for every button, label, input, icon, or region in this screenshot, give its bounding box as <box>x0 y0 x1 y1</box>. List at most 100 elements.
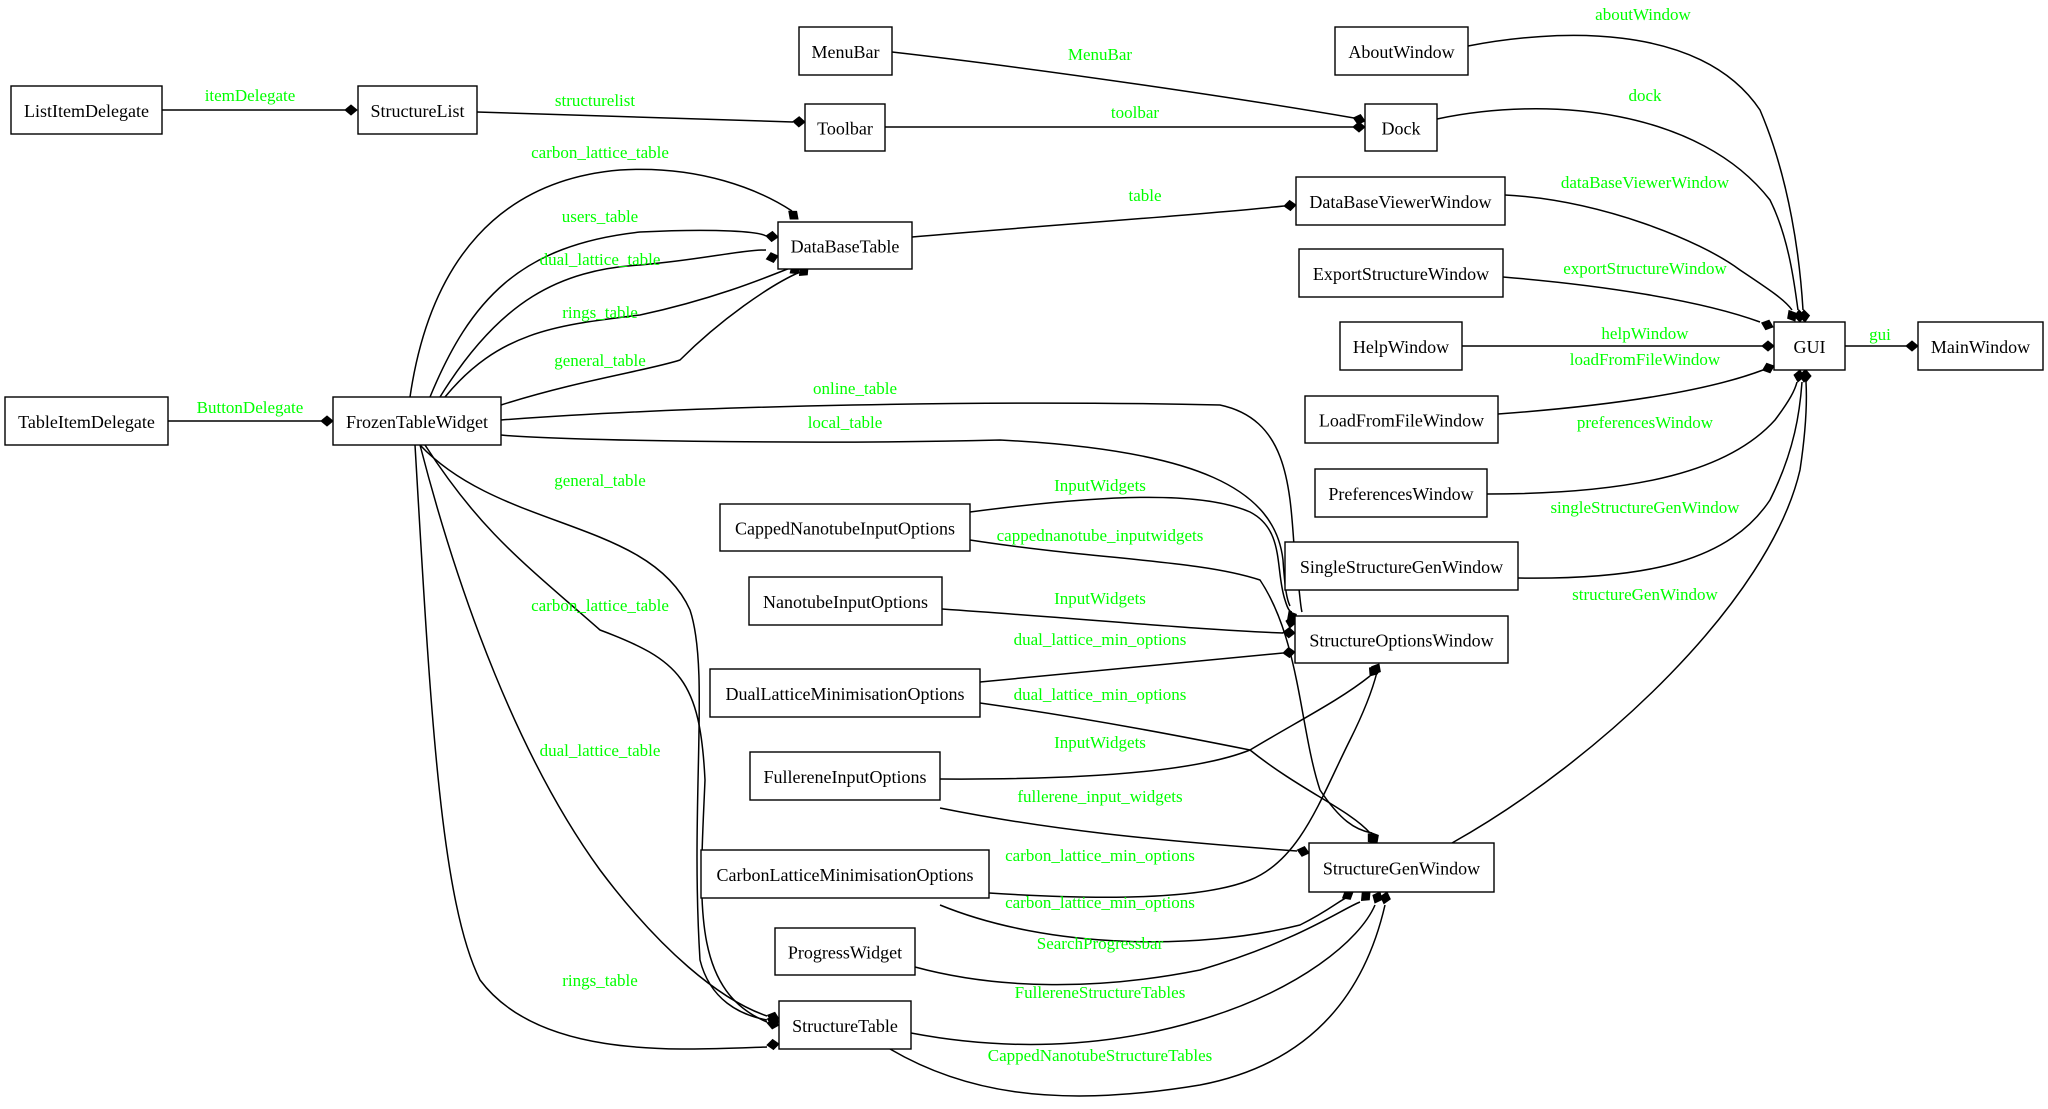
node-list-item-delegate[interactable]: ListItemDelegate <box>10 85 163 135</box>
node-single-structure-gen-window[interactable]: SingleStructureGenWindow <box>1284 541 1519 591</box>
node-label: TableItemDelegate <box>18 412 155 432</box>
node-toolbar[interactable]: Toolbar <box>804 103 886 152</box>
node-data-base-viewer-window[interactable]: DataBaseViewerWindow <box>1295 176 1506 226</box>
edge-line <box>476 111 794 123</box>
node-label: CappedNanotubeInputOptions <box>735 519 955 539</box>
node-main-window[interactable]: MainWindow <box>1917 321 2044 371</box>
composition-diamond-icon <box>344 104 358 116</box>
edge-single-structure-gen-window-to-gui <box>1517 369 1811 579</box>
node-about-window[interactable]: AboutWindow <box>1334 26 1469 76</box>
composition-diamond-icon <box>765 230 779 243</box>
edge-line <box>1451 381 1808 844</box>
node-label: StructureTable <box>792 1016 898 1036</box>
node-label: StructureOptionsWindow <box>1309 631 1493 651</box>
edge-label: itemDelegate <box>205 86 296 105</box>
edge-frozen-table-widget-to-data-base-table <box>439 249 779 398</box>
edge-label: singleStructureGenWindow <box>1550 498 1740 517</box>
edge-line <box>1497 369 1764 415</box>
edge-label: carbon_lattice_table <box>531 143 669 162</box>
edge-fullerene-input-options-to-structure-options-window <box>939 665 1379 780</box>
edge-load-from-file-window-to-gui <box>1497 362 1775 415</box>
node-help-window[interactable]: HelpWindow <box>1339 321 1463 371</box>
node-frozen-table-widget[interactable]: FrozenTableWidget <box>332 396 502 446</box>
edge-label: general_table <box>554 351 646 370</box>
node-label: ListItemDelegate <box>24 101 149 121</box>
node-label: StructureGenWindow <box>1323 859 1480 879</box>
composition-diamond-icon <box>1379 891 1391 905</box>
composition-diamond-icon <box>320 415 334 427</box>
node-preferences-window[interactable]: PreferencesWindow <box>1314 468 1488 518</box>
node-data-base-table[interactable]: DataBaseTable <box>777 221 913 270</box>
node-dual-lattice-minimisation-options[interactable]: DualLatticeMinimisationOptions <box>709 668 981 718</box>
node-label: ProgressWidget <box>788 943 902 963</box>
edge-label: table <box>1128 186 1161 205</box>
edge-label: ButtonDelegate <box>197 398 304 417</box>
composition-diamond-icon <box>1282 627 1296 639</box>
node-menu-bar[interactable]: MenuBar <box>798 26 893 76</box>
composition-diamond-icon <box>1283 199 1297 212</box>
node-label: DualLatticeMinimisationOptions <box>726 684 965 704</box>
node-progress-widget[interactable]: ProgressWidget <box>774 927 916 976</box>
edge-label: fullerene_input_widgets <box>1017 787 1182 806</box>
node-label: DataBaseViewerWindow <box>1309 192 1491 212</box>
node-export-structure-window[interactable]: ExportStructureWindow <box>1298 248 1504 298</box>
node-carbon-lattice-minimisation-options[interactable]: CarbonLatticeMinimisationOptions <box>700 849 990 899</box>
composition-diamond-icon <box>1760 319 1774 331</box>
node-structure-table[interactable]: StructureTable <box>778 1000 912 1050</box>
node-fullerene-input-options[interactable]: FullereneInputOptions <box>749 751 941 801</box>
edge-line <box>1517 381 1803 579</box>
node-label: NanotubeInputOptions <box>763 592 928 612</box>
composition-diamond-icon <box>1296 845 1310 857</box>
edge-label: MenuBar <box>1068 45 1133 64</box>
edge-label: InputWidgets <box>1054 733 1146 752</box>
node-label: CarbonLatticeMinimisationOptions <box>717 865 974 885</box>
composition-diamond-icon <box>1352 121 1366 133</box>
edge-label: CappedNanotubeStructureTables <box>988 1046 1212 1065</box>
edge-label: rings_table <box>562 303 638 322</box>
edge-line <box>911 205 1285 238</box>
edge-line <box>1502 276 1761 323</box>
edge-label: carbon_lattice_min_options <box>1005 893 1195 912</box>
edge-toolbar-to-dock <box>885 121 1366 133</box>
edge-label: dock <box>1628 86 1662 105</box>
edge-label: FullereneStructureTables <box>1015 983 1186 1002</box>
edge-line <box>424 444 768 1023</box>
composition-diamond-icon <box>766 1038 780 1051</box>
edge-line <box>979 652 1284 683</box>
edge-label: SearchProgressbar <box>1037 934 1164 953</box>
node-label: AboutWindow <box>1348 42 1454 62</box>
node-label: GUI <box>1794 337 1826 357</box>
edge-label: preferencesWindow <box>1577 413 1714 432</box>
composition-diamond-icon <box>1905 340 1919 352</box>
node-nanotube-input-options[interactable]: NanotubeInputOptions <box>748 576 943 626</box>
edge-line <box>910 904 1376 1046</box>
edge-label: structureGenWindow <box>1572 585 1718 604</box>
edge-line <box>439 249 767 398</box>
edge-structure-list-to-toolbar <box>476 111 806 128</box>
node-label: Dock <box>1382 119 1421 139</box>
node-gui[interactable]: GUI <box>1773 321 1846 371</box>
composition-diamond-icon <box>765 252 779 264</box>
edge-label: structurelist <box>555 91 636 110</box>
node-table-item-delegate[interactable]: TableItemDelegate <box>4 396 169 446</box>
edge-label: local_table <box>808 413 883 432</box>
class-diagram: ListItemDelegate StructureList MenuBar Tool… <box>4 5 2044 1097</box>
node-load-from-file-window[interactable]: LoadFromFileWindow <box>1304 395 1499 444</box>
node-structure-options-window[interactable]: StructureOptionsWindow <box>1294 615 1509 664</box>
edge-label: rings_table <box>562 971 638 990</box>
node-capped-nanotube-input-options[interactable]: CappedNanotubeInputOptions <box>719 503 971 552</box>
edge-label: InputWidgets <box>1054 589 1146 608</box>
edge-labels-layer: itemDelegate structurelist MenuBar toolbar a… <box>197 5 1891 1065</box>
node-dock[interactable]: Dock <box>1364 103 1438 152</box>
edge-label: cappednanotube_inputwidgets <box>997 526 1204 545</box>
edge-label: dual_lattice_table <box>540 250 661 269</box>
node-structure-gen-window[interactable]: StructureGenWindow <box>1308 842 1495 893</box>
node-label: SingleStructureGenWindow <box>1300 557 1503 577</box>
edge-label: carbon_lattice_table <box>531 596 669 615</box>
edge-label: dataBaseViewerWindow <box>1561 173 1730 192</box>
edge-line <box>500 271 801 406</box>
node-structure-list[interactable]: StructureList <box>357 85 478 135</box>
edge-table-item-delegate-to-frozen-table-widget <box>168 415 334 427</box>
composition-diamond-icon <box>788 210 799 220</box>
edge-line <box>1504 194 1793 311</box>
